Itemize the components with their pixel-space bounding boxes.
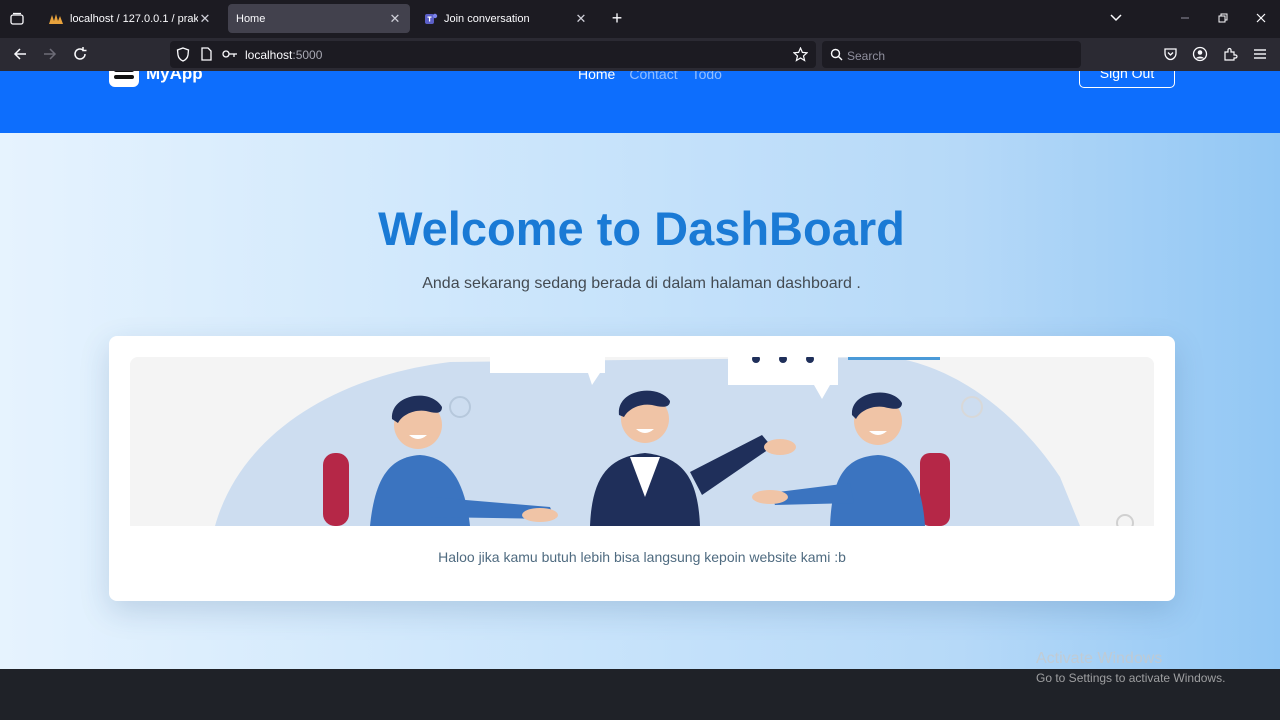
card-illustration — [130, 357, 1154, 526]
browser-tab-home[interactable]: Home ✕ — [228, 4, 410, 33]
nav-link-todo[interactable]: Todo — [692, 71, 722, 82]
watermark-line-2: Go to Settings to activate Windows. — [1036, 671, 1226, 685]
forward-icon[interactable] — [39, 43, 61, 65]
close-window-icon[interactable] — [1250, 8, 1272, 30]
shield-icon[interactable] — [176, 47, 190, 62]
brand-name: MyApp — [146, 71, 203, 83]
url-text[interactable]: localhost:5000 — [245, 48, 322, 62]
nav-link-contact[interactable]: Contact — [629, 71, 677, 82]
tab-bar: localhost / 127.0.0.1 / praktikum ✕ Home… — [0, 0, 1280, 38]
key-icon[interactable] — [222, 49, 238, 59]
menu-icon[interactable] — [1249, 43, 1271, 65]
tab-list-icon[interactable] — [6, 8, 28, 30]
teams-icon — [425, 13, 438, 24]
site-nav: Home Contact Todo — [578, 71, 722, 82]
site-header: MyApp Home Contact Todo Sign Out — [0, 71, 1280, 133]
dashboard-card: Haloo jika kamu butuh lebih bisa langsun… — [109, 336, 1175, 601]
search-icon — [830, 48, 843, 61]
close-tab-icon[interactable]: ✕ — [198, 11, 212, 26]
address-bar[interactable]: localhost:5000 — [170, 41, 816, 68]
restore-icon[interactable] — [1212, 8, 1234, 30]
brand[interactable]: MyApp — [109, 71, 203, 87]
tab-title: Home — [236, 12, 266, 25]
brand-logo-icon — [109, 71, 139, 87]
watermark-line-1: Activate Windows — [1036, 650, 1163, 667]
phpmyadmin-icon — [49, 13, 63, 24]
search-bar[interactable]: Search — [822, 41, 1081, 68]
close-tab-icon[interactable]: ✕ — [388, 11, 402, 26]
list-all-tabs-icon[interactable] — [1105, 8, 1127, 30]
pocket-icon[interactable] — [1159, 43, 1181, 65]
navigation-toolbar: localhost:5000 Search — [0, 38, 1280, 71]
page-viewport: MyApp Home Contact Todo Sign Out Welcome… — [0, 71, 1280, 669]
activate-windows-watermark: Activate Windows Go to Settings to activ… — [1036, 650, 1225, 685]
url-host: localhost — [245, 48, 293, 62]
reload-icon[interactable] — [69, 43, 91, 65]
minimize-icon[interactable] — [1174, 8, 1196, 30]
tab-title: Join conversation — [444, 12, 530, 25]
browser-tab-teams[interactable]: Join conversation ✕ — [416, 4, 596, 33]
search-placeholder: Search — [847, 49, 886, 63]
tab-title: localhost / 127.0.0.1 / praktikum — [70, 12, 198, 25]
back-icon[interactable] — [9, 43, 31, 65]
browser-tab-phpmyadmin[interactable]: localhost / 127.0.0.1 / praktikum ✕ — [40, 4, 220, 33]
url-port: :5000 — [292, 48, 323, 62]
new-tab-button[interactable]: + — [606, 8, 628, 30]
card-text: Haloo jika kamu butuh lebih bisa langsun… — [438, 549, 846, 565]
star-bookmark-icon[interactable] — [793, 47, 808, 62]
page-title: Welcome to DashBoard — [378, 202, 905, 255]
page-subtitle: Anda sekarang sedang berada di dalam hal… — [422, 275, 861, 292]
account-icon[interactable] — [1189, 43, 1211, 65]
close-tab-icon[interactable]: ✕ — [574, 11, 588, 26]
sign-out-button[interactable]: Sign Out — [1079, 71, 1175, 88]
page-icon[interactable] — [200, 47, 212, 61]
nav-link-home[interactable]: Home — [578, 71, 615, 82]
extensions-icon[interactable] — [1219, 43, 1241, 65]
